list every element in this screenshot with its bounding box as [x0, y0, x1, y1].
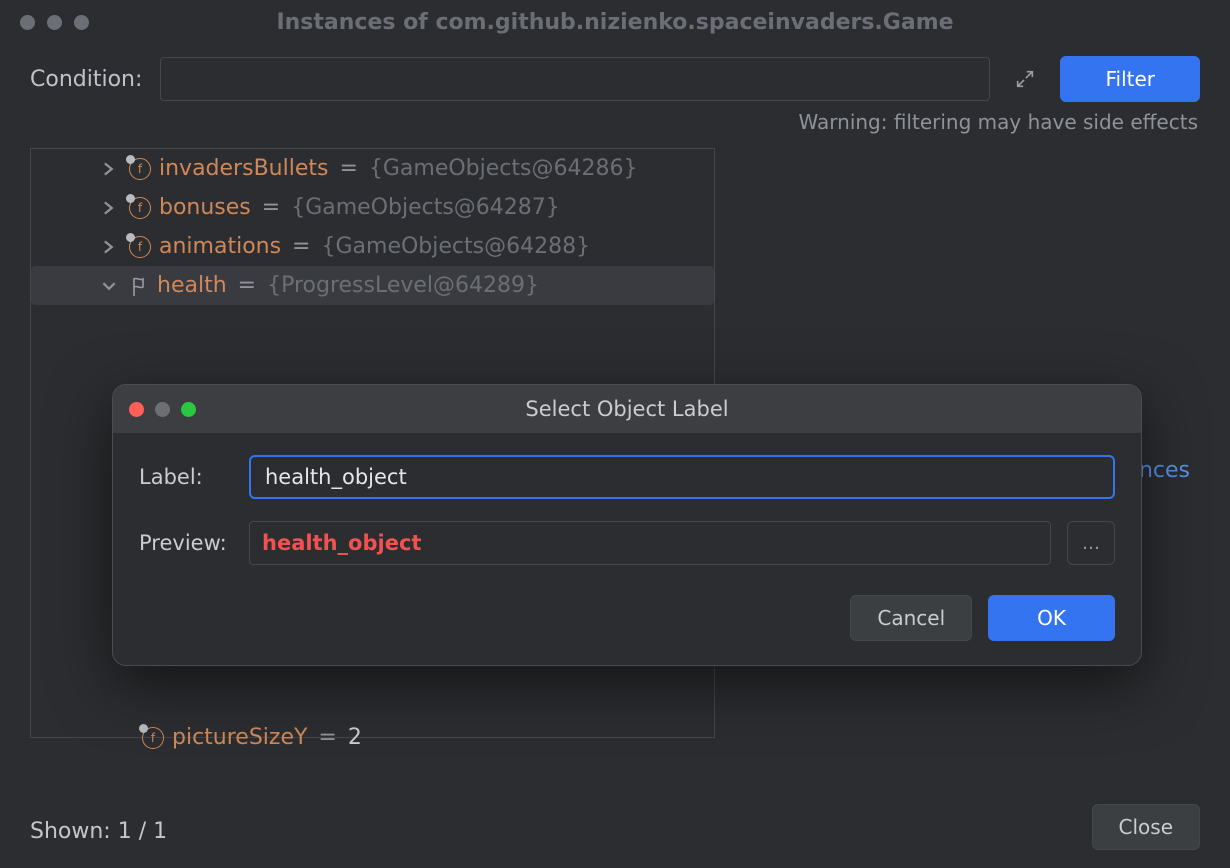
label-field-label: Label:	[139, 465, 233, 489]
traffic-zoom-icon[interactable]	[74, 15, 89, 30]
shown-status: Shown: 1 / 1	[30, 819, 167, 844]
var-name: animations	[159, 234, 281, 259]
condition-label: Condition:	[30, 67, 142, 92]
tree-row[interactable]: f bonuses = {GameObjects@64287}	[31, 188, 714, 227]
var-value: {GameObjects@64286}	[369, 156, 638, 181]
window-traffic-lights	[20, 15, 89, 30]
chevron-right-icon[interactable]	[97, 162, 121, 176]
var-name: health	[157, 273, 227, 298]
dialog-title: Select Object Label	[113, 397, 1141, 421]
var-value: {GameObjects@64287}	[291, 195, 560, 220]
flag-icon	[129, 275, 149, 297]
field-icon: f	[129, 236, 151, 258]
chevron-right-icon[interactable]	[97, 201, 121, 215]
var-value: {ProgressLevel@64289}	[267, 273, 539, 298]
traffic-minimize-icon[interactable]	[47, 15, 62, 30]
var-name: pictureSizeY	[172, 725, 307, 750]
expand-icon[interactable]	[1008, 62, 1042, 96]
tree-row[interactable]: f pictureSizeY = 2	[30, 718, 715, 757]
close-button[interactable]: Close	[1092, 804, 1200, 850]
var-name: invadersBullets	[159, 156, 328, 181]
var-value: 2	[348, 725, 362, 750]
label-input[interactable]	[249, 455, 1115, 499]
filter-button[interactable]: Filter	[1060, 56, 1200, 102]
select-object-label-dialog: Select Object Label Label: Preview: heal…	[112, 384, 1142, 666]
condition-row: Condition: Filter	[0, 44, 1230, 106]
field-icon: f	[142, 727, 164, 749]
tree-row[interactable]: f invadersBullets = {GameObjects@64286}	[31, 149, 714, 188]
traffic-close-icon[interactable]	[20, 15, 35, 30]
condition-input[interactable]	[160, 57, 990, 101]
var-name: bonuses	[159, 195, 251, 220]
tree-row-selected[interactable]: health = {ProgressLevel@64289}	[31, 266, 714, 305]
chevron-down-icon[interactable]	[97, 279, 121, 293]
ok-button[interactable]: OK	[988, 595, 1115, 641]
chevron-right-icon[interactable]	[97, 240, 121, 254]
var-value: {GameObjects@64288}	[321, 234, 590, 259]
window-titlebar: Instances of com.github.nizienko.spacein…	[0, 0, 1230, 44]
dialog-titlebar: Select Object Label	[113, 385, 1141, 433]
more-button[interactable]: ...	[1067, 521, 1115, 565]
tree-row[interactable]: f animations = {GameObjects@64288}	[31, 227, 714, 266]
preview-value: health_object	[249, 521, 1051, 565]
field-icon: f	[129, 158, 151, 180]
window-title: Instances of com.github.nizienko.spacein…	[0, 10, 1230, 35]
cancel-button[interactable]: Cancel	[850, 595, 972, 641]
preview-label: Preview:	[139, 531, 233, 555]
filter-warning: Warning: filtering may have side effects	[0, 106, 1230, 148]
field-icon: f	[129, 197, 151, 219]
link-peek: nces	[1139, 458, 1190, 483]
